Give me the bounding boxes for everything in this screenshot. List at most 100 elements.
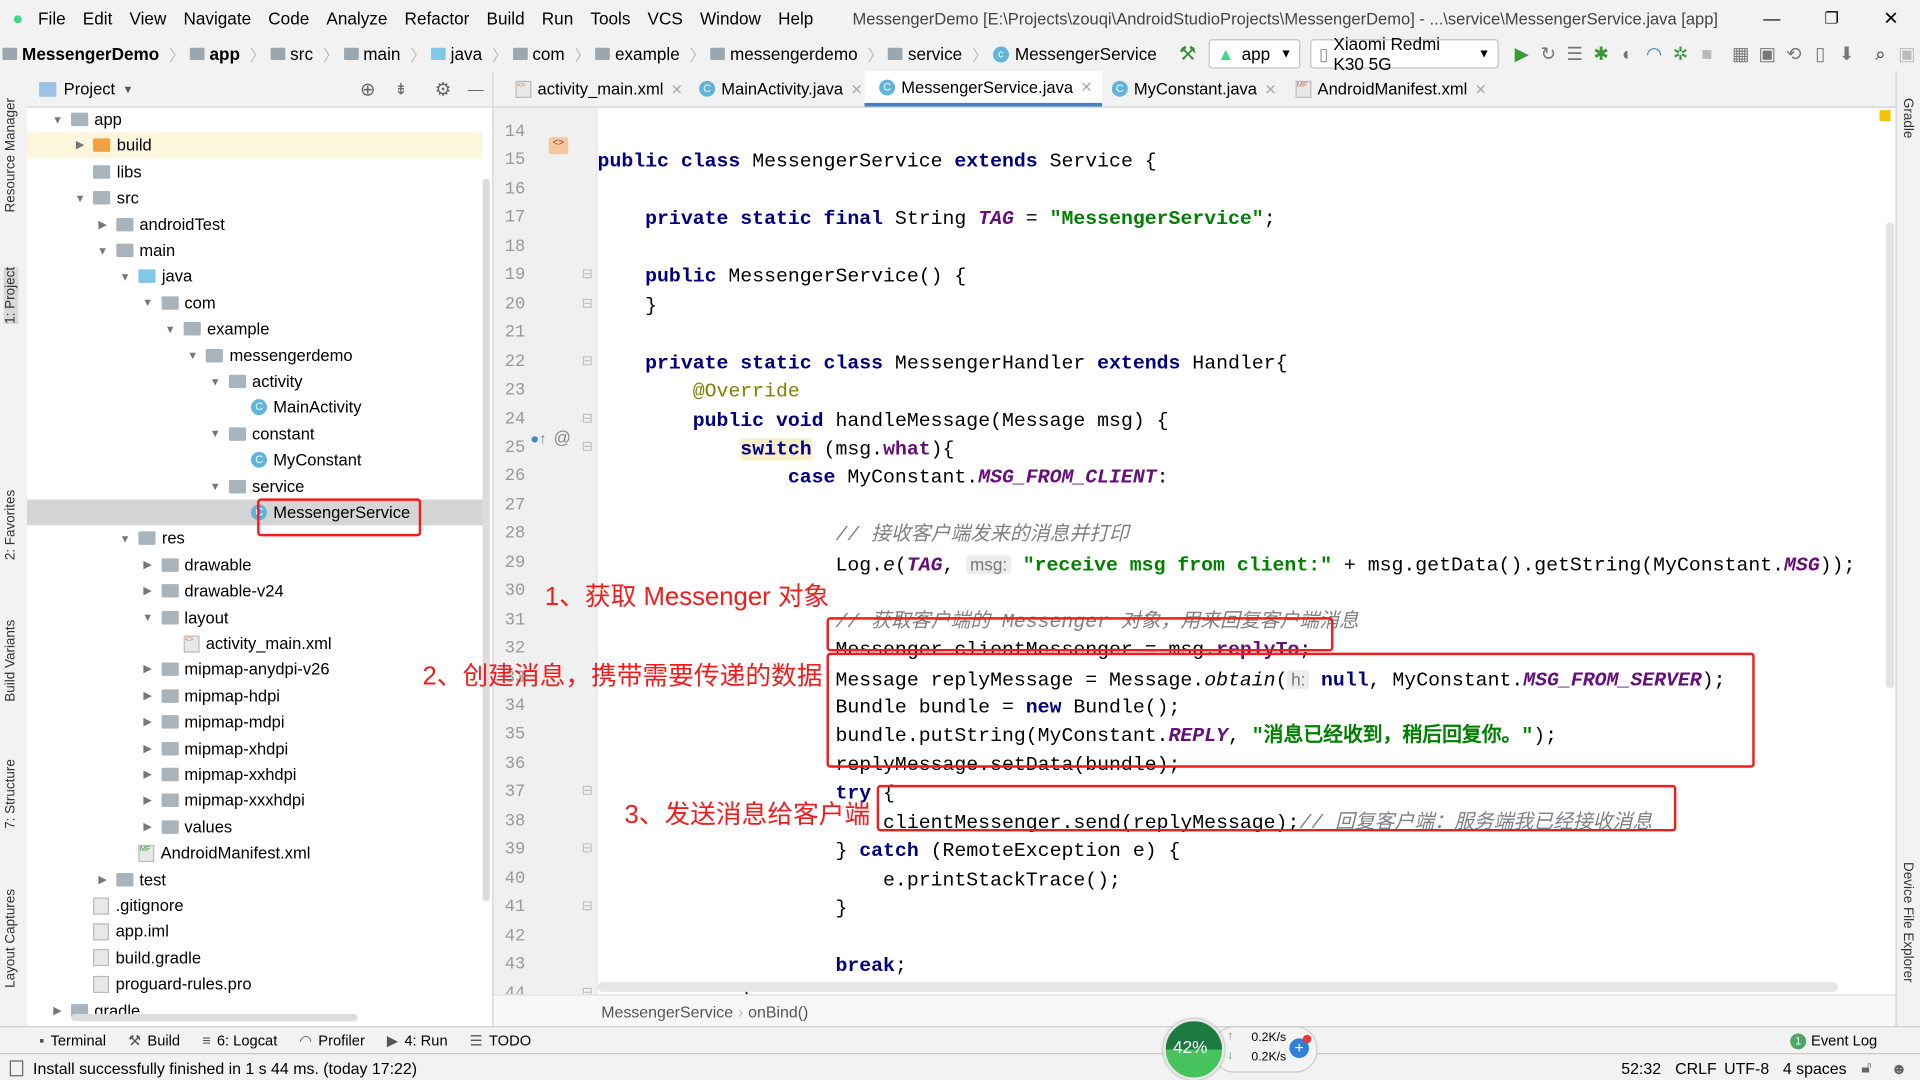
tool-window-4-run[interactable]: ▶ 4: Run bbox=[387, 1032, 448, 1049]
tree-item-proguard-rules-pro[interactable]: proguard-rules.pro bbox=[27, 971, 483, 997]
sync-gradle-icon[interactable]: ⟲ bbox=[1780, 43, 1806, 65]
tab-mainactivity-java[interactable]: C MainActivity.java ✕ bbox=[684, 71, 872, 107]
menu-vcs[interactable]: VCS bbox=[648, 9, 683, 29]
menu-run[interactable]: Run bbox=[542, 9, 573, 29]
close-tab-icon[interactable]: ✕ bbox=[1080, 78, 1092, 95]
indent-setting[interactable]: 4 spaces bbox=[1783, 1059, 1847, 1077]
project-scrollbar[interactable] bbox=[482, 178, 490, 902]
tab-androidmanifest-xml[interactable]: MF AndroidManifest.xml ✕ bbox=[1281, 71, 1497, 107]
close-tab-icon[interactable]: ✕ bbox=[1475, 80, 1487, 97]
tree-item-app[interactable]: ▼ app bbox=[27, 107, 483, 133]
breadcrumb-item[interactable]: example bbox=[595, 44, 680, 64]
tree-item-androidmanifest-xml[interactable]: MF AndroidManifest.xml bbox=[27, 840, 483, 866]
menu-build[interactable]: Build bbox=[487, 9, 525, 29]
fold-marker-icon[interactable]: ⊟ bbox=[582, 898, 593, 914]
caret-position[interactable]: 52:32 bbox=[1621, 1059, 1661, 1077]
event-log-button[interactable]: 1 Event Log bbox=[1790, 1032, 1877, 1049]
tab-messengerservice-java[interactable]: C MessengerService.java ✕ bbox=[864, 71, 1103, 107]
tree-item-main[interactable]: ▼ main bbox=[27, 238, 483, 264]
breadcrumb-item[interactable]: service bbox=[888, 44, 962, 64]
tree-item-mipmap-xxxhdpi[interactable]: ▶ mipmap-xxxhdpi bbox=[27, 788, 483, 814]
tree-item-build-gradle[interactable]: build.gradle bbox=[27, 945, 483, 971]
fold-marker-icon[interactable]: ⊟ bbox=[582, 840, 593, 857]
stop-icon[interactable]: ■ bbox=[1694, 43, 1720, 64]
tree-item-constant[interactable]: ▼ constant bbox=[27, 421, 483, 447]
run-config-select[interactable]: ▲ app ▼ bbox=[1208, 39, 1301, 69]
close-window-button[interactable]: ✕ bbox=[1883, 7, 1898, 30]
tool-window-6-logcat[interactable]: ≡ 6: Logcat bbox=[202, 1032, 277, 1049]
chevron-down-icon[interactable]: ▼ bbox=[122, 83, 133, 95]
gradle-tab[interactable]: Gradle bbox=[1900, 98, 1915, 138]
tree-item-mipmap-xhdpi[interactable]: ▶ mipmap-xhdpi bbox=[27, 735, 483, 761]
collapse-arrow-icon[interactable]: ▶ bbox=[71, 139, 88, 152]
line-separator[interactable]: CRLF bbox=[1675, 1059, 1717, 1077]
tab-myconstant-java[interactable]: C MyConstant.java ✕ bbox=[1097, 71, 1286, 107]
project-hscrollbar[interactable] bbox=[71, 1013, 358, 1022]
status-toggle-icon[interactable] bbox=[9, 1059, 24, 1076]
expand-arrow-icon[interactable]: ▼ bbox=[207, 428, 224, 440]
tree-item-mipmap-xxhdpi[interactable]: ▶ mipmap-xxhdpi bbox=[27, 762, 483, 788]
avd-manager-icon[interactable]: ▣ bbox=[1754, 43, 1780, 65]
expand-arrow-icon[interactable]: ▼ bbox=[117, 270, 134, 282]
sdk-manager-icon[interactable]: ⬇ bbox=[1833, 43, 1859, 65]
tree-item-activity-main-xml[interactable]: <> activity_main.xml bbox=[27, 631, 483, 657]
layout-captures-tab[interactable]: Layout Captures bbox=[4, 889, 19, 988]
tab-activity-main-xml[interactable]: <> activity_main.xml ✕ bbox=[501, 71, 693, 107]
breadcrumb-item[interactable]: messengerdemo bbox=[710, 44, 858, 64]
collapse-arrow-icon[interactable]: ▶ bbox=[139, 715, 156, 728]
breadcrumb-item[interactable]: MessengerDemo bbox=[2, 44, 159, 64]
apply-changes-icon[interactable]: ↻ bbox=[1535, 43, 1561, 65]
apply-code-changes-icon[interactable]: ☰ bbox=[1561, 43, 1587, 65]
tree-item-androidtest[interactable]: ▶ androidTest bbox=[27, 211, 483, 237]
inspector-icon[interactable]: ☻ bbox=[1891, 1059, 1908, 1077]
menu-window[interactable]: Window bbox=[700, 9, 761, 29]
tree-item-mipmap-hdpi[interactable]: ▶ mipmap-hdpi bbox=[27, 683, 483, 709]
tree-item-messengerdemo[interactable]: ▼ messengerdemo bbox=[27, 342, 483, 368]
gear-icon[interactable]: ⚙ bbox=[435, 78, 451, 100]
collapse-arrow-icon[interactable]: ▶ bbox=[139, 558, 156, 571]
expand-arrow-icon[interactable]: ▼ bbox=[49, 113, 66, 125]
tree-item-values[interactable]: ▶ values bbox=[27, 814, 483, 840]
project-structure-icon[interactable]: ▦ bbox=[1728, 43, 1754, 65]
tree-item--gitignore[interactable]: .gitignore bbox=[27, 893, 483, 919]
tree-item-mipmap-mdpi[interactable]: ▶ mipmap-mdpi bbox=[27, 709, 483, 735]
resource-manager-tab[interactable]: Resource Manager bbox=[4, 98, 19, 213]
breadcrumb-item[interactable]: com bbox=[512, 44, 565, 64]
editor-vscrollbar[interactable] bbox=[1885, 222, 1895, 689]
minimize-button[interactable]: — bbox=[1763, 9, 1780, 29]
fold-marker-icon[interactable]: ⊟ bbox=[582, 266, 593, 282]
tree-item-libs[interactable]: libs bbox=[27, 159, 483, 185]
expand-arrow-icon[interactable]: ▼ bbox=[139, 297, 156, 309]
breadcrumb-method[interactable]: onBind() bbox=[748, 1002, 808, 1020]
collapse-all-icon[interactable]: ⇟ bbox=[394, 79, 407, 99]
tree-item-drawable-v24[interactable]: ▶ drawable-v24 bbox=[27, 578, 483, 604]
status-message[interactable]: Install successfully finished in 1 s 44 … bbox=[33, 1059, 417, 1077]
editor-hscrollbar[interactable] bbox=[597, 982, 1838, 992]
tree-item-com[interactable]: ▼ com bbox=[27, 290, 483, 316]
breadcrumb-item[interactable]: java bbox=[431, 44, 482, 64]
breadcrumb-item[interactable]: app bbox=[189, 44, 240, 64]
structure-tab[interactable]: 7: Structure bbox=[4, 759, 19, 829]
collapse-arrow-icon[interactable]: ▶ bbox=[139, 584, 156, 597]
restore-button[interactable]: ❐ bbox=[1824, 9, 1838, 29]
collapse-arrow-icon[interactable]: ▶ bbox=[139, 663, 156, 676]
fold-marker-icon[interactable]: ⊟ bbox=[582, 410, 593, 426]
tree-item-src[interactable]: ▼ src bbox=[27, 185, 483, 211]
menu-file[interactable]: File bbox=[38, 9, 66, 29]
tree-item-example[interactable]: ▼ example bbox=[27, 316, 483, 342]
menu-edit[interactable]: Edit bbox=[83, 9, 113, 29]
collapse-arrow-icon[interactable]: ▶ bbox=[139, 768, 156, 781]
network-monitor-widget[interactable]: 42% ↑ 0.2K/s ↓ 0.2K/s + bbox=[1163, 1018, 1318, 1080]
search-icon[interactable]: ⌕ bbox=[1867, 43, 1893, 64]
favorites-tab[interactable]: 2: Favorites bbox=[4, 490, 19, 560]
tool-window-profiler[interactable]: ◠ Profiler bbox=[299, 1032, 365, 1049]
code-area[interactable]: public class MessengerService extends Se… bbox=[598, 108, 1896, 994]
expand-arrow-icon[interactable]: ▼ bbox=[94, 244, 111, 256]
expand-arrow-icon[interactable]: ▼ bbox=[184, 349, 201, 361]
project-view-selector[interactable]: Project bbox=[64, 80, 115, 98]
run-icon[interactable]: ▶ bbox=[1508, 43, 1534, 65]
breadcrumb-class[interactable]: MessengerService bbox=[601, 1002, 733, 1020]
menu-help[interactable]: Help bbox=[778, 9, 813, 29]
tree-item-test[interactable]: ▶ test bbox=[27, 866, 483, 892]
profile-icon[interactable]: ◐ bbox=[1614, 43, 1640, 64]
